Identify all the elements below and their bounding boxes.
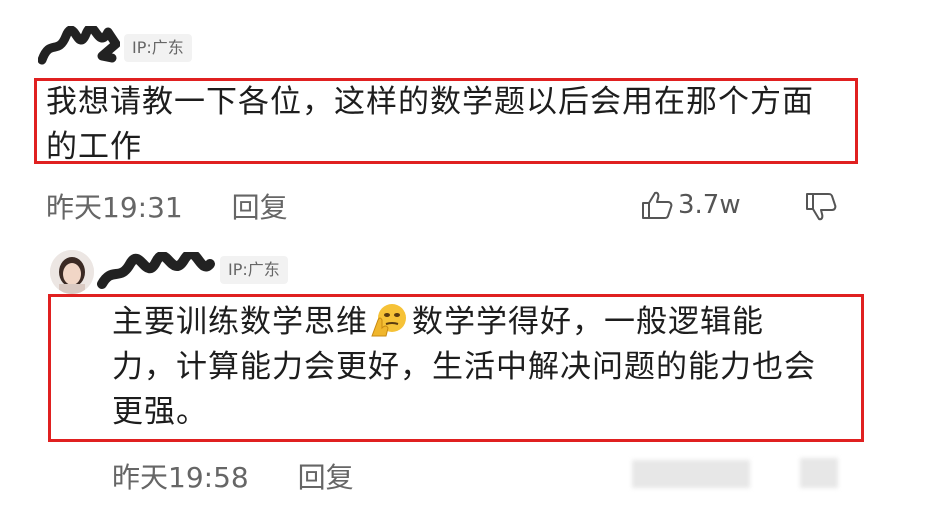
comment-timestamp: 昨天19:31	[46, 191, 183, 224]
redacted-username-scribble	[97, 252, 215, 289]
ip-location-tag: IP:广东	[124, 34, 192, 62]
blurred-dislike-area	[800, 458, 838, 488]
like-count: 3.7w	[678, 190, 741, 220]
like-button[interactable]: 3.7w	[640, 190, 741, 220]
redacted-username-scribble	[38, 26, 120, 65]
comment-timestamp: 昨天19:58	[112, 461, 249, 494]
ip-location-tag: IP:广东	[220, 256, 288, 284]
avatar[interactable]	[50, 250, 94, 294]
comment-text: 主要训练数学思维 数学学得好，一般逻辑能力，计算能力会更好，生活中解决问题的能力…	[112, 300, 822, 435]
thumbs-down-icon[interactable]	[804, 192, 838, 222]
blurred-like-area	[632, 460, 750, 488]
comment-text: 我想请教一下各位，这样的数学题以后会用在那个方面的工作	[46, 84, 814, 165]
comment-meta: 昨天19:58 回复	[112, 456, 354, 496]
comment-meta: 昨天19:31 回复	[46, 186, 288, 226]
reply-button[interactable]: 回复	[232, 191, 288, 224]
thumbs-up-icon	[642, 191, 673, 219]
reply-button[interactable]: 回复	[298, 461, 354, 494]
comment-text-part-1: 主要训练数学思维	[112, 304, 368, 340]
thinking-face-emoji	[371, 304, 406, 337]
avatar-image	[50, 250, 94, 294]
